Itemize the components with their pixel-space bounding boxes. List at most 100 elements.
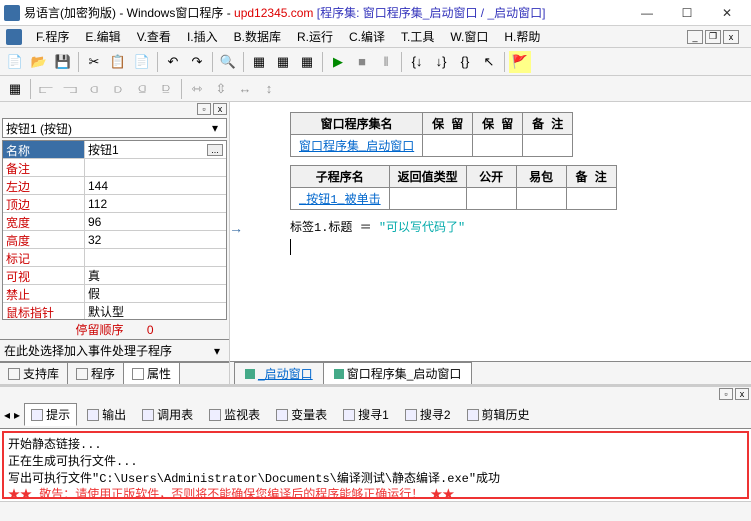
prop-value[interactable]: 真 [85,267,226,284]
inner-min[interactable]: _ [687,30,703,44]
assembly-link[interactable]: 窗口程序集_启动窗口 [291,135,423,157]
prop-name: 标记 [3,249,85,266]
sub-link[interactable]: _按钮1_被单击 [291,188,390,210]
prop-value[interactable] [85,159,226,176]
prop-row[interactable]: 标记 [3,249,226,267]
prop-row[interactable]: 顶边112 [3,195,226,213]
redo-icon[interactable]: ↷ [186,51,208,73]
tb-icon-a[interactable]: ▦ [248,51,270,73]
step2-icon[interactable]: ↓} [430,51,452,73]
save-icon[interactable]: 💾 [52,51,74,73]
paste-icon[interactable]: 📄 [131,51,153,73]
output-icon [87,409,99,421]
inner-restore[interactable]: ❐ [705,30,721,44]
panel-close-icon[interactable]: x [213,103,227,115]
menu-edit[interactable]: E.编辑 [79,26,126,47]
out-tab-search2[interactable]: 搜寻2 [399,404,457,425]
out-close-icon[interactable]: x [735,388,749,400]
prop-name: 可视 [3,267,85,284]
out-tab-call[interactable]: 调用表 [136,404,199,425]
menu-file[interactable]: F.程序 [30,26,75,47]
prop-row[interactable]: 高度32 [3,231,226,249]
menu-compile[interactable]: C.编译 [343,26,391,47]
inner-close[interactable]: x [723,30,739,44]
find-icon[interactable]: 🔍 [217,51,239,73]
maximize-button[interactable]: ☐ [667,1,707,25]
prop-value[interactable]: 112 [85,195,226,212]
out-tab-hint[interactable]: 提示 [24,403,77,426]
out-tab-search1[interactable]: 搜寻1 [337,404,395,425]
prop-value[interactable]: 32 [85,231,226,248]
menu-view[interactable]: V.查看 [131,26,177,47]
align1-icon[interactable]: ▦ [4,78,26,100]
align-left-icon: ⫍ [35,78,57,100]
prop-row[interactable]: 鼠标指针默认型 [3,303,226,320]
prop-row[interactable]: 可视真 [3,267,226,285]
prop-value[interactable]: 假 [85,285,226,302]
menu-insert[interactable]: I.插入 [181,26,224,47]
tab-form[interactable]: _启动窗口 [234,362,324,384]
menu-help[interactable]: H.帮助 [498,26,546,47]
menu-db[interactable]: B.数据库 [228,26,287,47]
prop-row[interactable]: 左边144 [3,177,226,195]
prop-name: 禁止 [3,285,85,302]
out-tab-clip[interactable]: 剪辑历史 [461,404,536,425]
tab-properties[interactable]: 属性 [124,363,180,384]
prop-row[interactable]: 禁止假 [3,285,226,303]
menu-run[interactable]: R.运行 [291,26,339,47]
out-tab-var[interactable]: 变量表 [270,404,333,425]
combo-value: 按钮1 (按钮) [6,120,72,137]
ellipsis-button[interactable]: ... [207,144,223,156]
object-combo[interactable]: 按钮1 (按钮) ▾ [2,118,227,138]
prop-foot-val: 0 [147,323,154,337]
new-icon[interactable]: 📄 [4,51,26,73]
tab-program[interactable]: 程序 [68,363,124,384]
code-editor[interactable]: → 窗口程序集名保 留保 留备 注 窗口程序集_启动窗口 子程序名返回值类型公开… [230,102,751,361]
step3-icon[interactable]: {} [454,51,476,73]
statusbar [0,501,751,521]
property-grid[interactable]: 名称按钮1...备注左边144顶边112宽度96高度32标记可视真禁止假鼠标指针… [2,140,227,320]
menubar: F.程序 E.编辑 V.查看 I.插入 B.数据库 R.运行 C.编译 T.工具… [0,26,751,48]
close-button[interactable]: ✕ [707,1,747,25]
panel-pin-icon[interactable]: ▫ [197,103,211,115]
step-icon[interactable]: {↓ [406,51,428,73]
out-tab-output[interactable]: 输出 [81,404,132,425]
prop-value[interactable]: 96 [85,213,226,230]
tab-assembly[interactable]: 窗口程序集_启动窗口 [323,362,473,384]
menu-window[interactable]: W.窗口 [444,26,494,47]
out-tab-watch[interactable]: 监视表 [203,404,266,425]
out-pin-icon[interactable]: ▫ [719,388,733,400]
tab-support[interactable]: 支持库 [0,363,68,384]
prop-foot-name: 停留顺序 [75,323,123,337]
menu-tools[interactable]: T.工具 [395,26,440,47]
app-menu-icon[interactable] [6,29,22,45]
tb-icon-b[interactable]: ▦ [272,51,294,73]
form-icon [245,369,255,379]
tb-icon-c[interactable]: ▦ [296,51,318,73]
prop-value[interactable]: 144 [85,177,226,194]
prop-row[interactable]: 名称按钮1... [3,141,226,159]
prop-value[interactable]: 默认型 [85,303,226,320]
run-icon[interactable]: ▶ [327,51,349,73]
cursor-icon[interactable]: ↖ [478,51,500,73]
prop-name: 鼠标指针 [3,303,85,320]
flag-icon[interactable]: 🚩 [509,51,531,73]
hint-icon [31,409,43,421]
chevron-down-icon: ▾ [207,121,223,135]
undo-icon[interactable]: ↶ [162,51,184,73]
pause-icon[interactable]: ‖ [375,51,397,73]
next-tabs-icon[interactable]: ▸ [14,408,20,422]
prop-value[interactable] [85,249,226,266]
output-text[interactable]: 开始静态链接... 正在生成可执行文件... 写出可执行文件"C:\Users\… [2,431,749,499]
prev-tabs-icon[interactable]: ◂ [4,408,10,422]
open-icon[interactable]: 📂 [28,51,50,73]
prop-value[interactable]: 按钮1... [85,141,226,158]
prop-row[interactable]: 宽度96 [3,213,226,231]
stop-icon[interactable]: ■ [351,51,373,73]
cut-icon[interactable]: ✂ [83,51,105,73]
copy-icon[interactable]: 📋 [107,51,129,73]
prop-row[interactable]: 备注 [3,159,226,177]
output-panel: ▫ x ◂ ▸ 提示 输出 调用表 监视表 变量表 搜寻1 搜寻2 剪辑历史 开… [0,384,751,499]
event-selector[interactable]: 在此处选择加入事件处理子程序 ▾ [0,339,229,362]
minimize-button[interactable]: — [627,1,667,25]
